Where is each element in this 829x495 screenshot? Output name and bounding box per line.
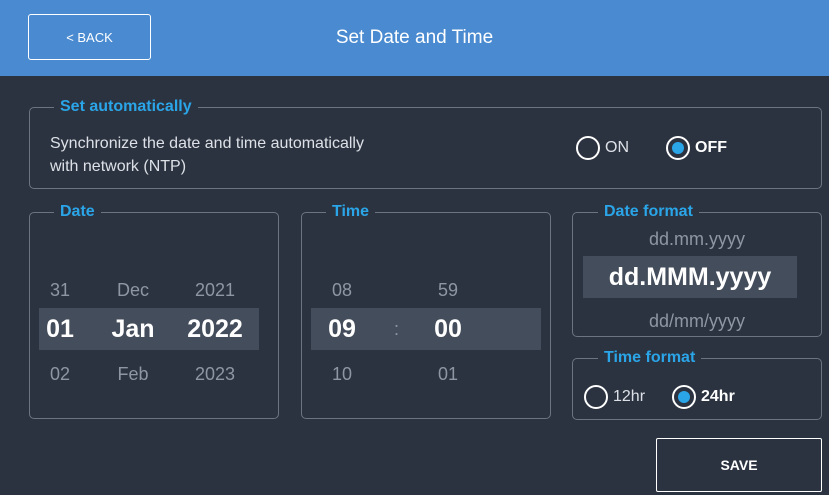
set-automatically-group: Set automatically Synchronize the date a…	[29, 97, 822, 189]
year-next[interactable]: 2023	[182, 364, 248, 385]
time-separator: :	[394, 319, 400, 339]
hour-current[interactable]: 09	[320, 315, 364, 344]
time-format-legend: Time format	[598, 348, 702, 368]
time-format-24hr-radio[interactable]: 24hr	[672, 385, 735, 409]
time-format-24hr-label: 24hr	[701, 388, 735, 405]
date-legend: Date	[54, 202, 101, 222]
date-format-legend: Date format	[598, 202, 699, 222]
day-current[interactable]: 01	[40, 315, 80, 344]
ntp-description-line2: with network (NTP)	[50, 158, 187, 175]
radio-unchecked-icon	[584, 385, 608, 409]
ntp-description: Synchronize the date and time automatica…	[50, 132, 470, 178]
date-format-prev[interactable]: dd.mm.yyyy	[573, 229, 821, 250]
month-prev[interactable]: Dec	[106, 280, 160, 301]
year-prev[interactable]: 2021	[182, 280, 248, 301]
radio-checked-icon	[666, 136, 690, 160]
radio-unchecked-icon	[576, 136, 600, 160]
minute-prev[interactable]: 59	[428, 280, 468, 301]
month-next[interactable]: Feb	[106, 364, 160, 385]
time-group: Time 08 09 10 : 59 00 01	[301, 202, 551, 419]
minute-current[interactable]: 00	[426, 315, 470, 344]
day-next[interactable]: 02	[42, 364, 78, 385]
time-format-12hr-label: 12hr	[613, 388, 646, 405]
ntp-on-radio[interactable]: ON	[576, 136, 629, 160]
title-bar: < BACK Set Date and Time	[0, 0, 829, 76]
save-button[interactable]: SAVE	[656, 438, 822, 492]
hour-next[interactable]: 10	[322, 364, 362, 385]
date-group: Date 31 01 02 Dec Jan Feb 2021 2022 2023	[29, 202, 279, 419]
back-button[interactable]: < BACK	[28, 14, 151, 60]
time-format-12hr-radio[interactable]: 12hr	[584, 385, 645, 409]
month-current[interactable]: Jan	[102, 315, 164, 344]
year-current[interactable]: 2022	[176, 315, 254, 344]
date-format-current[interactable]: dd.MMM.yyyy	[583, 256, 797, 298]
time-legend: Time	[326, 202, 376, 222]
date-format-group: Date format dd.mm.yyyy dd.MMM.yyyy dd/mm…	[572, 202, 822, 337]
ntp-description-line1: Synchronize the date and time automatica…	[50, 135, 364, 152]
minute-next[interactable]: 01	[428, 364, 468, 385]
ntp-on-label: ON	[605, 139, 629, 156]
date-format-next[interactable]: dd/mm/yyyy	[573, 311, 821, 332]
time-format-group: Time format 12hr 24hr	[572, 348, 822, 420]
ntp-off-label: OFF	[695, 139, 727, 156]
hour-prev[interactable]: 08	[322, 280, 362, 301]
radio-checked-icon	[672, 385, 696, 409]
set-automatically-legend: Set automatically	[54, 97, 198, 117]
day-prev[interactable]: 31	[42, 280, 78, 301]
ntp-off-radio[interactable]: OFF	[666, 136, 727, 160]
